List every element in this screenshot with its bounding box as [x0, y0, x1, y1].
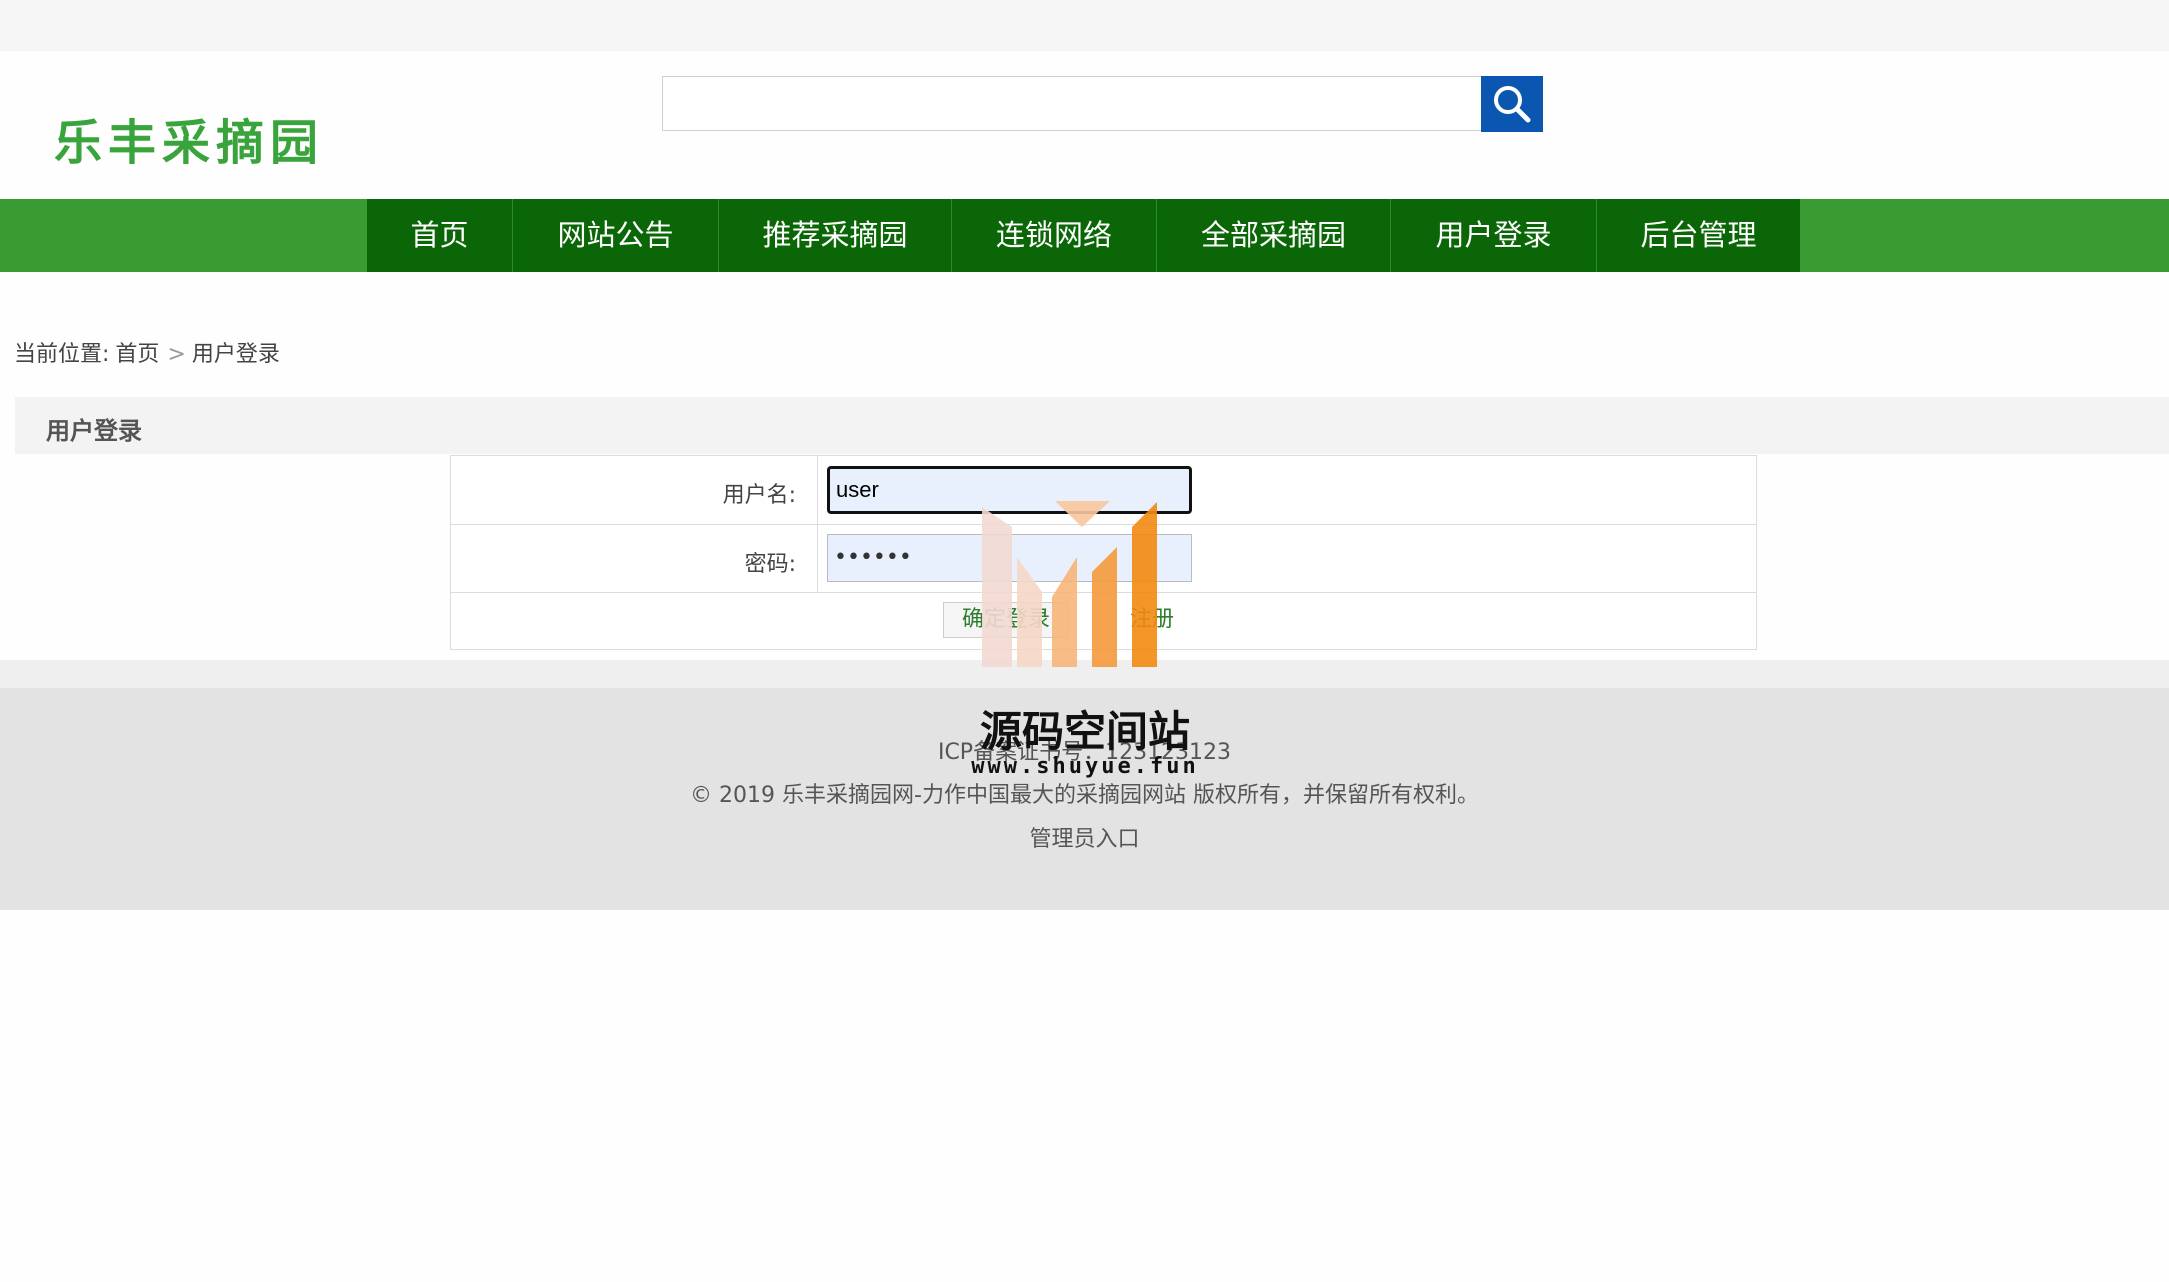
nav-item-user-login[interactable]: 用户登录 [1391, 199, 1597, 272]
password-label: 密码: [744, 552, 796, 577]
search-icon [1494, 86, 1531, 123]
admin-entry-link[interactable]: 管理员入口 [0, 821, 2169, 853]
nav-item-admin[interactable]: 后台管理 [1597, 199, 1800, 272]
breadcrumb: 当前位置: 首页 > 用户登录 [14, 336, 286, 368]
footer-copyright: © 2019 乐丰采摘园网-力作中国最大的采摘园网站 版权所有，并保留所有权利。 [690, 783, 1479, 808]
section-title: 用户登录 [46, 417, 142, 445]
search-button[interactable] [1481, 76, 1543, 132]
section-header-bar [15, 397, 2169, 454]
watermark-url: www.shuyue.fun [971, 754, 1199, 779]
nav-item-recommended[interactable]: 推荐采摘园 [719, 199, 952, 272]
breadcrumb-prefix: 当前位置: [14, 342, 110, 367]
site-logo[interactable]: 乐丰采摘园 [54, 103, 324, 173]
top-strip [0, 0, 2169, 51]
nav-item-chain-network[interactable]: 连锁网络 [952, 199, 1157, 272]
divider [817, 456, 818, 524]
watermark-logo-icon [982, 501, 1157, 667]
breadcrumb-current: 用户登录 [191, 342, 280, 367]
nav-menu: 首页 网站公告 推荐采摘园 连锁网络 全部采摘园 用户登录 后台管理 [367, 199, 1800, 272]
divider [817, 524, 818, 592]
watermark-title: 源码空间站 [979, 707, 1190, 756]
nav-item-home[interactable]: 首页 [367, 199, 513, 272]
nav-item-all-orchards[interactable]: 全部采摘园 [1157, 199, 1391, 272]
search-input[interactable] [662, 76, 1482, 131]
breadcrumb-home[interactable]: 首页 [115, 342, 159, 367]
nav-item-announcements[interactable]: 网站公告 [513, 199, 719, 272]
username-label: 用户名: [722, 483, 796, 508]
nav-bar: 首页 网站公告 推荐采摘园 连锁网络 全部采摘园 用户登录 后台管理 [0, 199, 2169, 272]
breadcrumb-separator-icon: > [167, 342, 186, 367]
